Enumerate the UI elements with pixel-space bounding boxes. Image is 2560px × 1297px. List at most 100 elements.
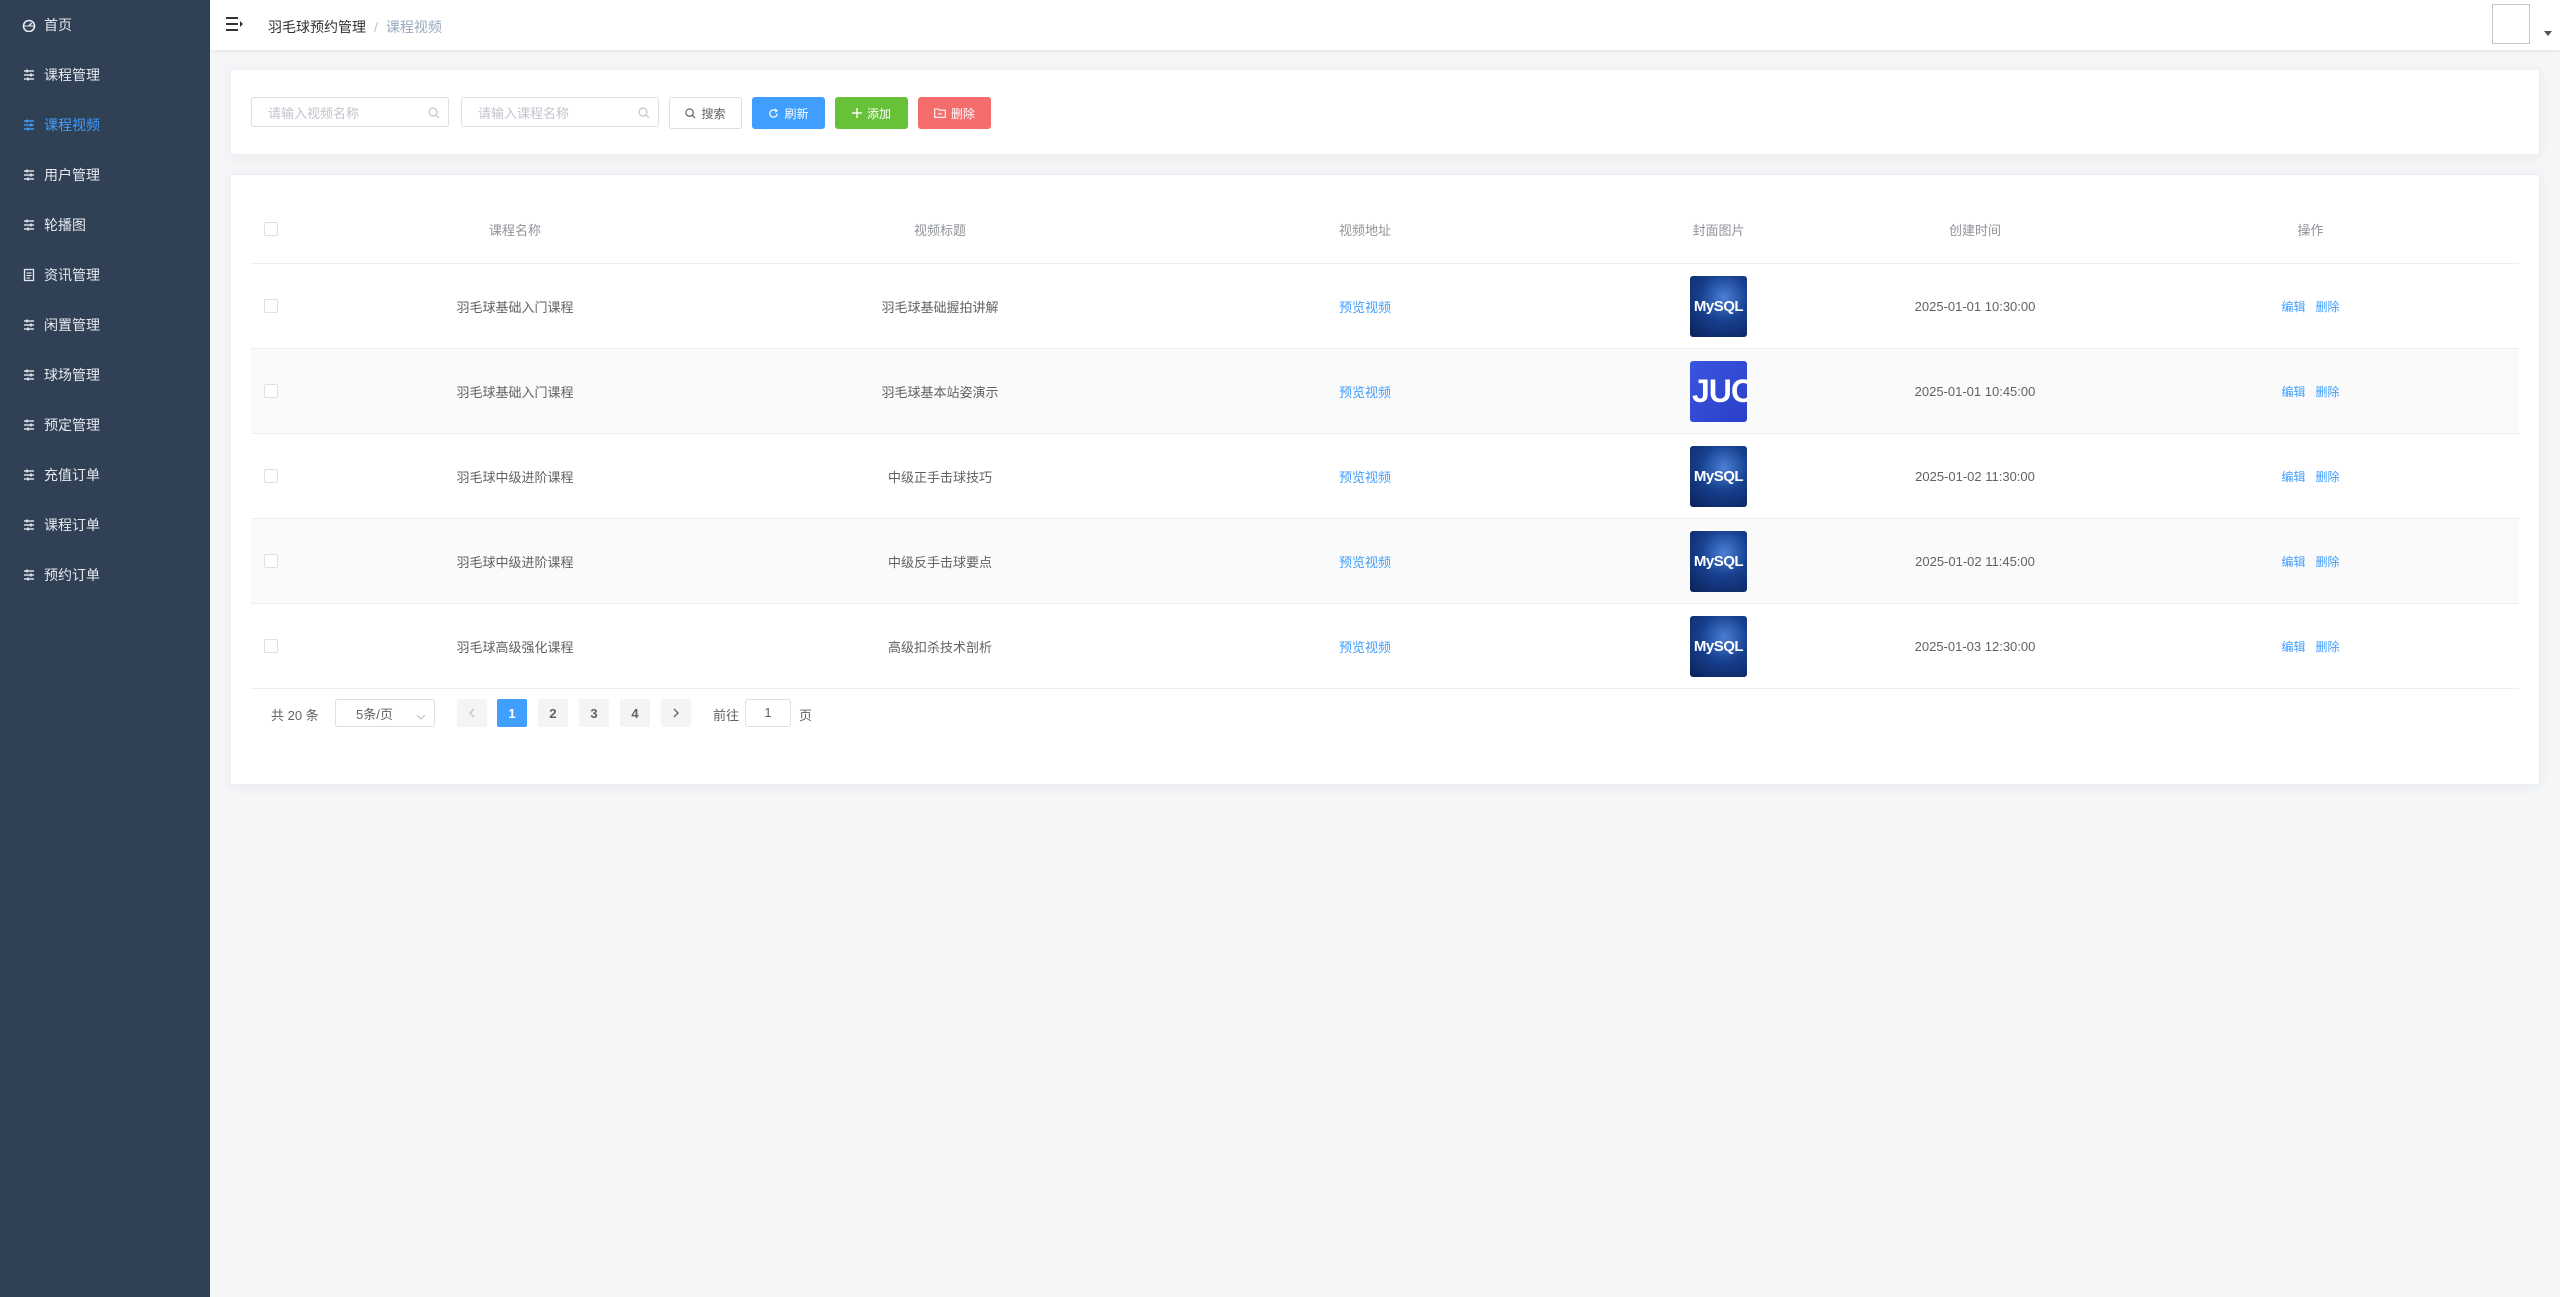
delete-link[interactable]: 删除 — [2316, 640, 2340, 654]
sidebar-item-8[interactable]: 预定管理 — [0, 400, 210, 450]
row-select-cell — [251, 554, 291, 568]
video-name-search — [251, 97, 449, 128]
row-select-cell — [251, 639, 291, 653]
actions-cell: 编辑 删除 — [2102, 553, 2519, 570]
sidebar-item-label: 闲置管理 — [44, 317, 100, 333]
avatar[interactable] — [2492, 4, 2530, 44]
search-button-label: 搜索 — [701, 106, 726, 121]
goto-page-input[interactable]: 1 — [745, 699, 791, 727]
cover-text: MySQL — [1693, 552, 1744, 570]
row-checkbox[interactable] — [264, 299, 278, 313]
sliders-icon — [22, 518, 36, 532]
sidebar-item-6[interactable]: 闲置管理 — [0, 300, 210, 350]
preview-video-link[interactable]: 预览视频 — [1339, 385, 1391, 400]
add-button[interactable]: 添加 — [835, 97, 908, 129]
table-header-row: 课程名称 视频标题 视频地址 封面图片 创建时间 操作 — [251, 195, 2519, 264]
edit-link[interactable]: 编辑 — [2281, 385, 2305, 399]
video-url-cell: 预览视频 — [1141, 382, 1589, 401]
next-page-button[interactable] — [661, 699, 691, 727]
created-time-cell: 2025-01-02 11:45:00 — [1915, 553, 2035, 569]
prev-page-button[interactable] — [457, 699, 487, 727]
delete-link[interactable]: 删除 — [2316, 555, 2340, 569]
row-checkbox[interactable] — [264, 639, 278, 653]
page-size-value: 5条/页 — [356, 706, 393, 722]
row-checkbox[interactable] — [264, 554, 278, 568]
delete-button[interactable]: 删除 — [918, 97, 991, 129]
row-checkbox[interactable] — [264, 469, 278, 483]
refresh-button[interactable]: 刷新 — [752, 97, 825, 129]
edit-link[interactable]: 编辑 — [2281, 555, 2305, 569]
video-table-card: 课程名称 视频标题 视频地址 封面图片 创建时间 操作 羽毛球基础入门课程 羽毛球… — [230, 174, 2540, 785]
sidebar-item-label: 资讯管理 — [44, 267, 100, 283]
header-created-time: 创建时间 — [1948, 222, 2001, 238]
course-name-cell: 羽毛球高级强化课程 — [456, 639, 574, 655]
edit-link[interactable]: 编辑 — [2281, 300, 2305, 314]
page-size-select[interactable]: 5条/页 — [335, 699, 435, 727]
cover-thumbnail[interactable]: JUC — [1690, 360, 1747, 422]
sliders-icon — [22, 218, 36, 232]
edit-link[interactable]: 编辑 — [2281, 640, 2305, 654]
sidebar-item-0[interactable]: 首页 — [0, 0, 210, 50]
preview-video-link[interactable]: 预览视频 — [1339, 640, 1391, 655]
page-button[interactable]: 1 — [497, 699, 527, 727]
delete-button-label: 删除 — [950, 106, 975, 121]
actions-cell: 编辑 删除 — [2102, 298, 2519, 315]
sidebar-item-label: 课程订单 — [44, 517, 100, 533]
video-title-cell: 高级扣杀技术剖析 — [887, 639, 992, 655]
video-title-cell: 羽毛球基本站姿演示 — [881, 384, 999, 400]
sidebar-item-label: 课程管理 — [44, 67, 100, 83]
video-title-cell: 中级反手击球要点 — [887, 554, 992, 570]
sidebar-item-10[interactable]: 课程订单 — [0, 500, 210, 550]
page-button[interactable]: 4 — [620, 699, 650, 727]
sliders-icon — [22, 418, 36, 432]
delete-link[interactable]: 删除 — [2316, 385, 2340, 399]
cover-thumbnail[interactable]: MySQL — [1690, 615, 1747, 677]
top-header: 羽毛球预约管理 / 课程视频 — [210, 0, 2560, 50]
delete-link[interactable]: 删除 — [2316, 470, 2340, 484]
preview-video-link[interactable]: 预览视频 — [1339, 555, 1391, 570]
preview-video-link[interactable]: 预览视频 — [1339, 300, 1391, 315]
video-url-cell: 预览视频 — [1141, 637, 1589, 656]
row-checkbox[interactable] — [264, 384, 278, 398]
course-name-cell: 羽毛球基础入门课程 — [456, 299, 574, 315]
cover-text: MySQL — [1693, 297, 1744, 315]
sidebar-item-5[interactable]: 资讯管理 — [0, 250, 210, 300]
sliders-icon — [22, 168, 36, 182]
caret-down-icon[interactable] — [2544, 31, 2552, 36]
page-button[interactable]: 2 — [538, 699, 568, 727]
chevron-down-icon — [416, 709, 426, 724]
video-name-input[interactable] — [266, 98, 430, 128]
table-row: 羽毛球高级强化课程 高级扣杀技术剖析 预览视频 MySQL 2025-01-03 12:… — [251, 604, 2519, 689]
hamburger-menu-icon[interactable] — [226, 16, 244, 32]
chevron-right-icon — [673, 708, 679, 718]
sliders-icon — [22, 568, 36, 582]
delete-link[interactable]: 删除 — [2316, 300, 2340, 314]
course-name-input[interactable] — [476, 98, 640, 128]
cover-thumbnail[interactable]: MySQL — [1690, 530, 1747, 592]
select-all-checkbox[interactable] — [264, 222, 278, 236]
page-button[interactable]: 3 — [579, 699, 609, 727]
table-row: 羽毛球中级进阶课程 中级反手击球要点 预览视频 MySQL 2025-01-02 11:… — [251, 519, 2519, 604]
document-icon — [22, 268, 36, 282]
search-button[interactable]: 搜索 — [669, 97, 742, 129]
breadcrumb-current: 课程视频 — [385, 19, 442, 35]
cover-thumbnail[interactable]: MySQL — [1690, 445, 1747, 507]
sidebar-item-4[interactable]: 轮播图 — [0, 200, 210, 250]
sidebar-item-3[interactable]: 用户管理 — [0, 150, 210, 200]
filter-toolbar: 搜索 刷新 添加 删除 — [230, 69, 2540, 155]
edit-link[interactable]: 编辑 — [2281, 470, 2305, 484]
refresh-icon — [768, 107, 779, 119]
sidebar-item-1[interactable]: 课程管理 — [0, 50, 210, 100]
course-name-cell: 羽毛球基础入门课程 — [456, 384, 574, 400]
sidebar-item-label: 轮播图 — [44, 217, 86, 233]
cover-thumbnail[interactable]: MySQL — [1690, 275, 1747, 337]
sidebar-item-11[interactable]: 预约订单 — [0, 550, 210, 600]
sidebar-item-label: 充值订单 — [44, 467, 100, 483]
sidebar-item-2[interactable]: 课程视频 — [0, 100, 210, 150]
breadcrumb-root[interactable]: 羽毛球预约管理 — [268, 19, 366, 35]
sidebar-item-9[interactable]: 充值订单 — [0, 450, 210, 500]
header-video-title: 视频标题 — [913, 222, 966, 238]
sidebar-item-7[interactable]: 球场管理 — [0, 350, 210, 400]
sliders-icon — [22, 68, 36, 82]
preview-video-link[interactable]: 预览视频 — [1339, 470, 1391, 485]
